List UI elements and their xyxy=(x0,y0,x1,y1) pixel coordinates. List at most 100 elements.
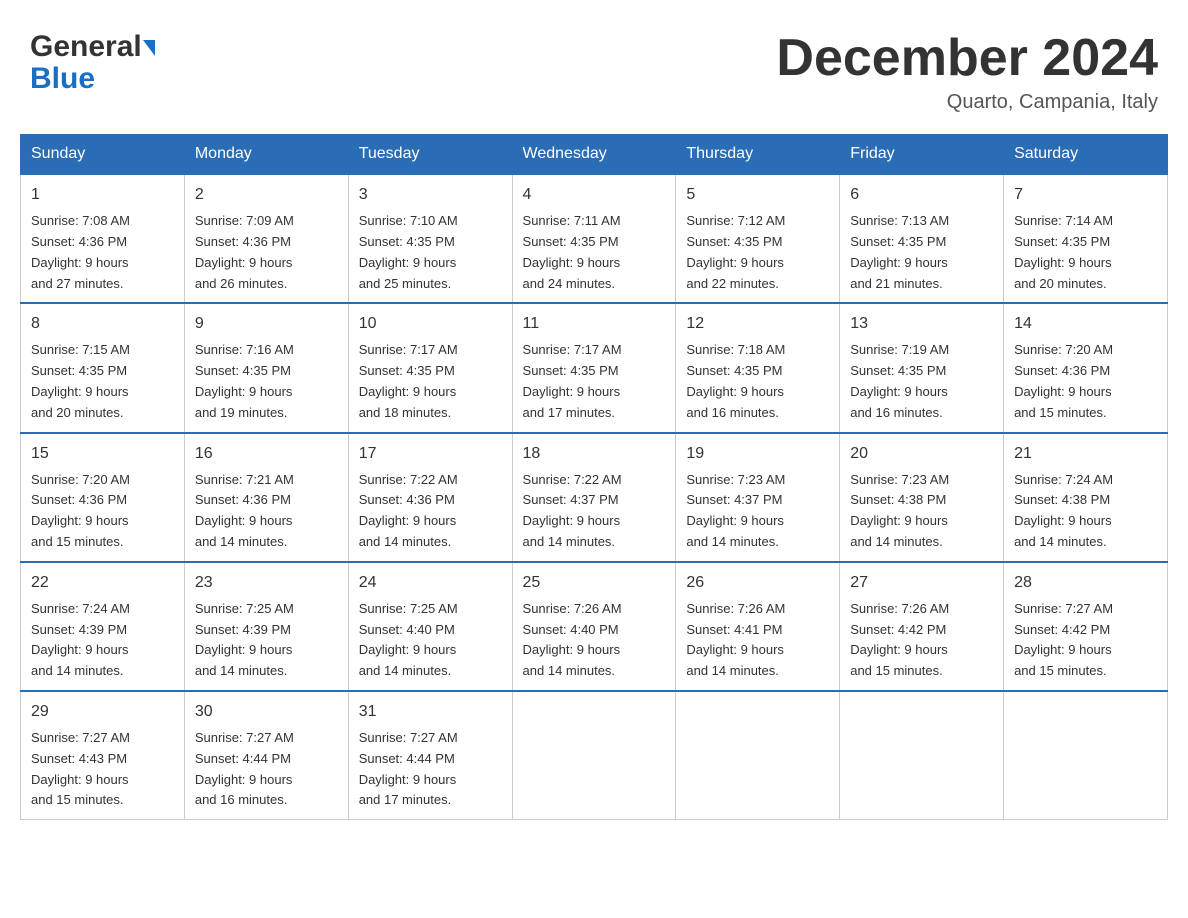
day-info: Sunrise: 7:08 AMSunset: 4:36 PMDaylight:… xyxy=(31,211,174,294)
calendar-table: SundayMondayTuesdayWednesdayThursdayFrid… xyxy=(20,134,1168,820)
day-number: 10 xyxy=(359,312,502,336)
day-number: 25 xyxy=(523,571,666,595)
day-info: Sunrise: 7:27 AMSunset: 4:42 PMDaylight:… xyxy=(1014,599,1157,682)
day-of-week-header: Tuesday xyxy=(348,135,512,175)
day-number: 15 xyxy=(31,442,174,466)
day-info: Sunrise: 7:22 AMSunset: 4:36 PMDaylight:… xyxy=(359,470,502,553)
calendar-cell: 6 Sunrise: 7:13 AMSunset: 4:35 PMDaylight… xyxy=(840,174,1004,303)
location-text: Quarto, Campania, Italy xyxy=(776,91,1158,114)
day-of-week-header: Friday xyxy=(840,135,1004,175)
calendar-cell: 1 Sunrise: 7:08 AMSunset: 4:36 PMDaylight… xyxy=(21,174,185,303)
calendar-cell: 15 Sunrise: 7:20 AMSunset: 4:36 PMDayligh… xyxy=(21,433,185,562)
day-number: 9 xyxy=(195,312,338,336)
calendar-cell: 11Sunrise: 7:17 AMSunset: 4:35 PMDayligh… xyxy=(512,303,676,432)
day-info: Sunrise: 7:20 AMSunset: 4:36 PMDaylight:… xyxy=(1014,340,1157,423)
calendar-cell xyxy=(512,691,676,820)
day-info: Sunrise: 7:27 AMSunset: 4:44 PMDaylight:… xyxy=(195,728,338,811)
day-number: 6 xyxy=(850,183,993,207)
day-number: 27 xyxy=(850,571,993,595)
day-info: Sunrise: 7:22 AMSunset: 4:37 PMDaylight:… xyxy=(523,470,666,553)
day-number: 13 xyxy=(850,312,993,336)
calendar-cell: 13 Sunrise: 7:19 AMSunset: 4:35 PMDayligh… xyxy=(840,303,1004,432)
calendar-cell: 4 Sunrise: 7:11 AMSunset: 4:35 PMDaylight… xyxy=(512,174,676,303)
calendar-cell xyxy=(676,691,840,820)
calendar-cell: 16 Sunrise: 7:21 AMSunset: 4:36 PMDayligh… xyxy=(184,433,348,562)
day-info: Sunrise: 7:17 AMSunset: 4:35 PMDaylight:… xyxy=(359,340,502,423)
day-number: 19 xyxy=(686,442,829,466)
logo-blue-text: Blue xyxy=(30,62,95,95)
title-block: December 2024 Quarto, Campania, Italy xyxy=(776,30,1158,114)
day-info: Sunrise: 7:23 AMSunset: 4:38 PMDaylight:… xyxy=(850,470,993,553)
day-number: 21 xyxy=(1014,442,1157,466)
calendar-week-row: 8Sunrise: 7:15 AMSunset: 4:35 PMDaylight… xyxy=(21,303,1168,432)
day-info: Sunrise: 7:12 AMSunset: 4:35 PMDaylight:… xyxy=(686,211,829,294)
day-number: 12 xyxy=(686,312,829,336)
day-info: Sunrise: 7:10 AMSunset: 4:35 PMDaylight:… xyxy=(359,211,502,294)
day-info: Sunrise: 7:16 AMSunset: 4:35 PMDaylight:… xyxy=(195,340,338,423)
calendar-cell: 19 Sunrise: 7:23 AMSunset: 4:37 PMDayligh… xyxy=(676,433,840,562)
day-number: 18 xyxy=(523,442,666,466)
calendar-cell xyxy=(1004,691,1168,820)
calendar-cell: 10 Sunrise: 7:17 AMSunset: 4:35 PMDayligh… xyxy=(348,303,512,432)
day-of-week-header: Saturday xyxy=(1004,135,1168,175)
calendar-cell: 26Sunrise: 7:26 AMSunset: 4:41 PMDayligh… xyxy=(676,562,840,691)
day-number: 28 xyxy=(1014,571,1157,595)
calendar-cell: 3Sunrise: 7:10 AMSunset: 4:35 PMDaylight… xyxy=(348,174,512,303)
day-info: Sunrise: 7:20 AMSunset: 4:36 PMDaylight:… xyxy=(31,470,174,553)
calendar-cell: 9 Sunrise: 7:16 AMSunset: 4:35 PMDaylight… xyxy=(184,303,348,432)
day-info: Sunrise: 7:25 AMSunset: 4:40 PMDaylight:… xyxy=(359,599,502,682)
day-number: 20 xyxy=(850,442,993,466)
calendar-cell: 18 Sunrise: 7:22 AMSunset: 4:37 PMDayligh… xyxy=(512,433,676,562)
day-info: Sunrise: 7:13 AMSunset: 4:35 PMDaylight:… xyxy=(850,211,993,294)
calendar-cell: 27 Sunrise: 7:26 AMSunset: 4:42 PMDayligh… xyxy=(840,562,1004,691)
calendar-cell: 24Sunrise: 7:25 AMSunset: 4:40 PMDayligh… xyxy=(348,562,512,691)
day-info: Sunrise: 7:19 AMSunset: 4:35 PMDaylight:… xyxy=(850,340,993,423)
day-info: Sunrise: 7:14 AMSunset: 4:35 PMDaylight:… xyxy=(1014,211,1157,294)
day-info: Sunrise: 7:26 AMSunset: 4:42 PMDaylight:… xyxy=(850,599,993,682)
calendar-week-row: 29 Sunrise: 7:27 AMSunset: 4:43 PMDayligh… xyxy=(21,691,1168,820)
day-number: 29 xyxy=(31,700,174,724)
day-number: 30 xyxy=(195,700,338,724)
calendar-cell: 14Sunrise: 7:20 AMSunset: 4:36 PMDayligh… xyxy=(1004,303,1168,432)
day-info: Sunrise: 7:21 AMSunset: 4:36 PMDaylight:… xyxy=(195,470,338,553)
logo-triangle-icon xyxy=(143,40,155,56)
calendar-cell: 29 Sunrise: 7:27 AMSunset: 4:43 PMDayligh… xyxy=(21,691,185,820)
day-number: 4 xyxy=(523,183,666,207)
day-number: 31 xyxy=(359,700,502,724)
day-info: Sunrise: 7:23 AMSunset: 4:37 PMDaylight:… xyxy=(686,470,829,553)
calendar-week-row: 1 Sunrise: 7:08 AMSunset: 4:36 PMDaylight… xyxy=(21,174,1168,303)
calendar-cell: 21Sunrise: 7:24 AMSunset: 4:38 PMDayligh… xyxy=(1004,433,1168,562)
logo: General Blue xyxy=(30,30,155,96)
calendar-week-row: 22Sunrise: 7:24 AMSunset: 4:39 PMDayligh… xyxy=(21,562,1168,691)
calendar-cell: 31 Sunrise: 7:27 AMSunset: 4:44 PMDayligh… xyxy=(348,691,512,820)
day-number: 2 xyxy=(195,183,338,207)
day-number: 26 xyxy=(686,571,829,595)
day-info: Sunrise: 7:27 AMSunset: 4:43 PMDaylight:… xyxy=(31,728,174,811)
calendar-week-row: 15 Sunrise: 7:20 AMSunset: 4:36 PMDayligh… xyxy=(21,433,1168,562)
calendar-cell: 20 Sunrise: 7:23 AMSunset: 4:38 PMDayligh… xyxy=(840,433,1004,562)
calendar-cell: 7 Sunrise: 7:14 AMSunset: 4:35 PMDaylight… xyxy=(1004,174,1168,303)
day-info: Sunrise: 7:11 AMSunset: 4:35 PMDaylight:… xyxy=(523,211,666,294)
day-number: 8 xyxy=(31,312,174,336)
day-number: 7 xyxy=(1014,183,1157,207)
calendar-cell: 30 Sunrise: 7:27 AMSunset: 4:44 PMDayligh… xyxy=(184,691,348,820)
day-number: 1 xyxy=(31,183,174,207)
day-number: 16 xyxy=(195,442,338,466)
calendar-cell: 2Sunrise: 7:09 AMSunset: 4:36 PMDaylight… xyxy=(184,174,348,303)
day-of-week-header: Monday xyxy=(184,135,348,175)
calendar-cell: 22Sunrise: 7:24 AMSunset: 4:39 PMDayligh… xyxy=(21,562,185,691)
day-number: 22 xyxy=(31,571,174,595)
day-info: Sunrise: 7:27 AMSunset: 4:44 PMDaylight:… xyxy=(359,728,502,811)
calendar-cell: 12 Sunrise: 7:18 AMSunset: 4:35 PMDayligh… xyxy=(676,303,840,432)
day-info: Sunrise: 7:26 AMSunset: 4:40 PMDaylight:… xyxy=(523,599,666,682)
calendar-cell: 23Sunrise: 7:25 AMSunset: 4:39 PMDayligh… xyxy=(184,562,348,691)
calendar-cell: 25 Sunrise: 7:26 AMSunset: 4:40 PMDayligh… xyxy=(512,562,676,691)
page-header: General Blue December 2024 Quarto, Campa… xyxy=(20,20,1168,124)
calendar-cell xyxy=(840,691,1004,820)
day-info: Sunrise: 7:18 AMSunset: 4:35 PMDaylight:… xyxy=(686,340,829,423)
logo-general-text: General xyxy=(30,30,142,64)
day-of-week-header: Sunday xyxy=(21,135,185,175)
calendar-header-row: SundayMondayTuesdayWednesdayThursdayFrid… xyxy=(21,135,1168,175)
day-number: 17 xyxy=(359,442,502,466)
day-of-week-header: Thursday xyxy=(676,135,840,175)
